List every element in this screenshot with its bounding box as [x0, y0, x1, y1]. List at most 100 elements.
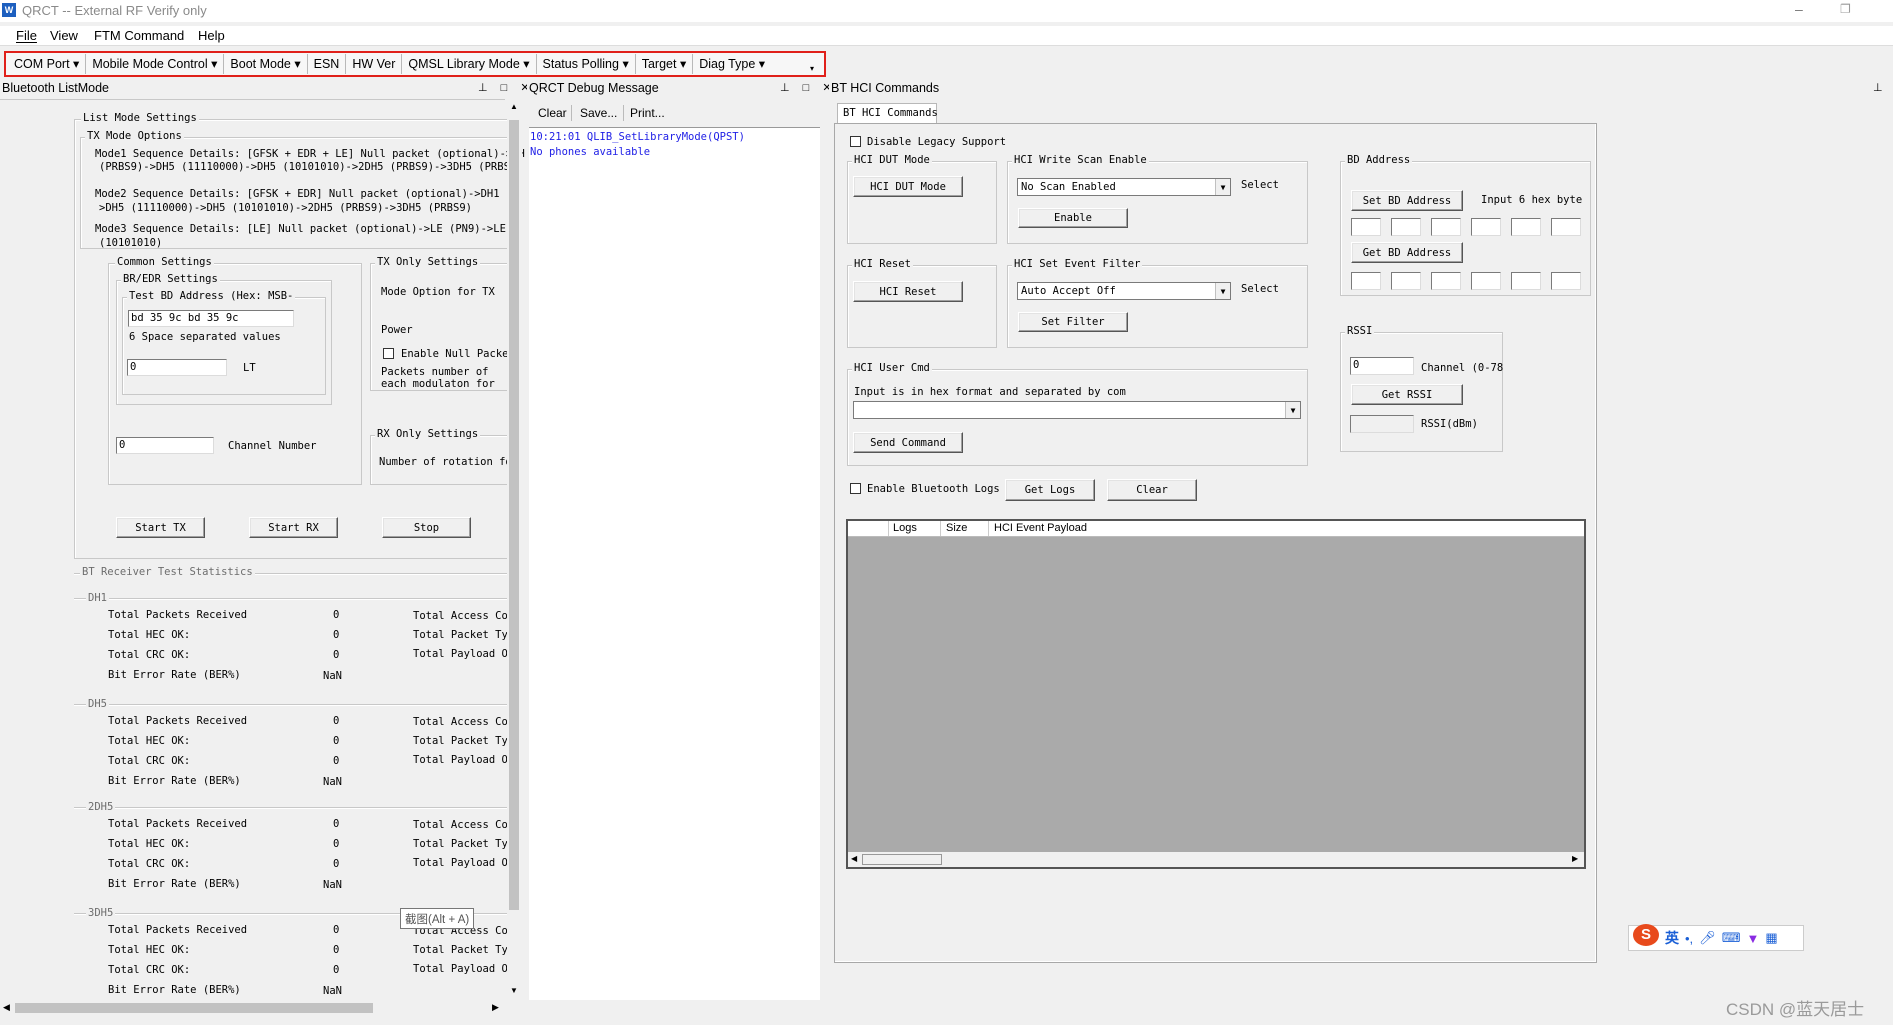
get-bd-address-button[interactable]: Get BD Address [1351, 242, 1463, 263]
right-pane-pin-icon[interactable]: ⊥ □ [1873, 80, 1893, 97]
log-col-hci-event-payload[interactable]: HCI Event Payload [994, 522, 1087, 534]
log-hscroll-thumb[interactable] [862, 854, 942, 865]
debug-log-area[interactable]: 10:21:01 QLIB_SetLibraryMode(QPST) No ph… [529, 127, 820, 1000]
list-mode-settings-label: List Mode Settings [81, 112, 199, 124]
scan-enable-button[interactable]: Enable [1018, 208, 1128, 228]
rssi-channel-input[interactable]: 0 [1350, 357, 1414, 375]
toolbar-qmsl-library-mode[interactable]: QMSL Library Mode ▾ [402, 54, 537, 74]
hci-dut-mode-button[interactable]: HCI DUT Mode [853, 176, 963, 197]
hci-write-scan-group: HCI Write Scan Enable [1007, 154, 1308, 244]
toolbar-com-port[interactable]: COM Port ▾ [8, 54, 87, 74]
disable-legacy-checkbox[interactable] [850, 136, 861, 147]
mic-icon[interactable]: 🎤︎ [1699, 930, 1716, 946]
left-scroll-left-icon[interactable]: ◀ [3, 1002, 10, 1013]
bd-byte-input[interactable] [1431, 218, 1461, 236]
punctuation-icon[interactable]: •, [1685, 931, 1693, 946]
sogou-logo-icon: S [1633, 924, 1659, 946]
set-filter-button[interactable]: Set Filter [1018, 312, 1128, 332]
clear-logs-button[interactable]: Clear [1107, 479, 1197, 501]
left-scroll-down-icon[interactable]: ▼ [510, 986, 518, 995]
channel-number-input[interactable]: 0 [116, 437, 214, 454]
bd-byte-input[interactable] [1471, 218, 1501, 236]
restore-icon[interactable]: ❐ [1840, 2, 1851, 16]
common-settings-label: Common Settings [115, 256, 214, 268]
stats-section-divider [74, 704, 514, 706]
event-filter-select[interactable]: Auto Accept Off ▼ [1017, 282, 1231, 300]
debug-toolbar: Clear Save... Print... [527, 102, 825, 124]
enable-bluetooth-logs-label: Enable Bluetooth Logs [867, 483, 1000, 495]
start-rx-button[interactable]: Start RX [249, 517, 338, 538]
toolbar-mobile-mode-control[interactable]: Mobile Mode Control ▾ [86, 54, 225, 74]
toolbar: COM Port ▾ Mobile Mode Control ▾ Boot Mode… [4, 51, 826, 77]
user-cmd-input[interactable]: ▼ [853, 401, 1301, 419]
keyboard-icon[interactable]: ⌨ [1722, 930, 1741, 946]
debug-clear-button[interactable]: Clear [538, 106, 567, 120]
stats-row-crc-label: Total CRC OK: [108, 649, 191, 661]
menu-file[interactable]: File [16, 28, 37, 43]
get-logs-button[interactable]: Get Logs [1005, 479, 1095, 501]
test-bd-address-hint: 6 Space separated values [129, 331, 281, 343]
menu-view[interactable]: View [50, 28, 78, 43]
ime-lang[interactable]: 英 [1665, 928, 1679, 948]
log-scroll-left-icon[interactable]: ◀ [851, 854, 857, 863]
bd-address-label: BD Address [1345, 154, 1413, 166]
log-list-view[interactable]: Logs Size HCI Event Payload ◀ ▶ [846, 519, 1586, 869]
title-bar: W QRCT -- External RF Verify only – ❐ [0, 0, 1893, 22]
log-horizontal-scrollbar[interactable]: ◀ ▶ [848, 852, 1584, 867]
stats-row-received-label: Total Packets Received [108, 609, 248, 621]
test-bd-address-input[interactable]: bd 35 9c bd 35 9c [128, 310, 294, 327]
debug-print-button[interactable]: Print... [630, 106, 665, 120]
left-scroll-right-icon[interactable]: ▶ [492, 1002, 499, 1013]
debug-save-button[interactable]: Save... [580, 106, 617, 120]
user-cmd-hint: Input is in hex format and separated by … [854, 386, 1126, 398]
toolbar-target[interactable]: Target ▾ [636, 54, 694, 74]
bd-byte-input[interactable] [1391, 218, 1421, 236]
set-bd-address-button[interactable]: Set BD Address [1351, 190, 1463, 211]
left-scroll-up-icon[interactable]: ▲ [510, 102, 518, 111]
bd-byte-input[interactable] [1511, 218, 1541, 236]
channel-number-label: Channel Number [228, 440, 317, 452]
send-command-button[interactable]: Send Command [853, 432, 963, 453]
log-scroll-right-icon[interactable]: ▶ [1572, 854, 1578, 863]
mode3-line1: Mode3 Sequence Details: [LE] Null packet… [95, 223, 519, 235]
shirt-icon[interactable]: ▼ [1746, 931, 1759, 946]
lt-label: LT [243, 362, 256, 374]
bd-byte-input[interactable] [1551, 218, 1581, 236]
lt-input[interactable]: 0 [127, 359, 227, 376]
toolbar-overflow-icon[interactable]: ▾ [810, 64, 814, 73]
enable-null-packet-checkbox[interactable] [383, 348, 394, 359]
minimize-icon[interactable]: – [1795, 1, 1803, 17]
hci-reset-button[interactable]: HCI Reset [853, 281, 963, 302]
chevron-down-icon: ▼ [1285, 402, 1300, 418]
left-hscroll-thumb[interactable] [15, 1003, 373, 1013]
left-pane: Bluetooth ListMode ⊥ □ ✕ List Mode Setti… [0, 80, 530, 1020]
toolbar-hw-ver[interactable]: HW Ver [346, 54, 403, 74]
enable-bluetooth-logs-checkbox[interactable] [850, 483, 861, 494]
left-vertical-scrollbar[interactable]: ▲ ▼ [507, 100, 522, 1000]
left-scroll-thumb[interactable] [509, 120, 519, 910]
bd-byte-input[interactable] [1351, 218, 1381, 236]
scan-enable-select[interactable]: No Scan Enabled ▼ [1017, 178, 1231, 196]
start-tx-button[interactable]: Start TX [116, 517, 205, 538]
bredr-settings-label: BR/EDR Settings [121, 273, 220, 285]
mode3-line2: (10101010) [99, 237, 163, 249]
get-rssi-button[interactable]: Get RSSI [1351, 384, 1463, 405]
tx-only-settings-group: TX Only Settings Mode Option for TX Powe… [370, 256, 515, 391]
enable-null-packet-label: Enable Null Packet [401, 348, 515, 360]
log-col-size[interactable]: Size [946, 522, 967, 534]
left-horizontal-scrollbar[interactable]: ◀ ▶ [0, 1000, 505, 1015]
ime-toolbar[interactable]: S 英 •, 🎤︎ ⌨ ▼ ▦ [1628, 924, 1804, 951]
tab-bt-hci-commands[interactable]: BT HCI Commands [837, 103, 938, 123]
log-col-logs[interactable]: Logs [893, 522, 917, 534]
toolbar-status-polling[interactable]: Status Polling ▾ [537, 54, 636, 74]
toolbar-boot-mode[interactable]: Boot Mode ▾ [224, 54, 308, 74]
menu-ftm-command[interactable]: FTM Command [94, 28, 184, 43]
grid-icon[interactable]: ▦ [1765, 930, 1777, 946]
bd-byte-input [1351, 272, 1381, 290]
toolbar-esn[interactable]: ESN [308, 54, 347, 74]
rssi-dbm-output [1350, 415, 1414, 433]
stats-row-ber-label: Bit Error Rate (BER%) [108, 669, 241, 681]
toolbar-diag-type[interactable]: Diag Type ▾ [693, 54, 771, 74]
stop-button[interactable]: Stop [382, 517, 471, 538]
menu-help[interactable]: Help [198, 28, 225, 43]
